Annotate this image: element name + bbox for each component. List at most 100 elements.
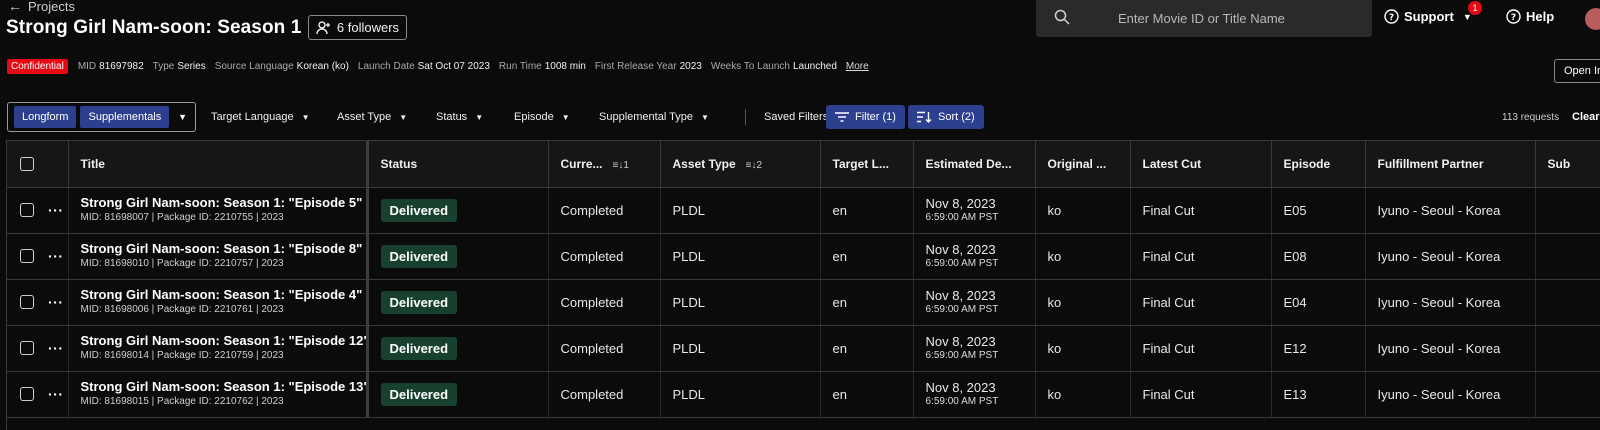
column-header-fulfillment-partner[interactable]: Fulfillment Partner xyxy=(1365,141,1536,188)
row-checkbox[interactable] xyxy=(20,341,34,356)
table-row[interactable]: ··· Strong Girl Nam-soon: Season 1: "Epis… xyxy=(7,325,1600,372)
row-select-cell: ··· xyxy=(7,371,69,418)
confidential-badge: Confidential xyxy=(7,59,68,74)
filter-supplemental-type[interactable]: Supplemental Type ▼ xyxy=(599,102,709,132)
column-header-asset-type[interactable]: Asset Type ≡↓2 xyxy=(660,141,821,188)
row-title[interactable]: Strong Girl Nam-soon: Season 1: "Episode… xyxy=(81,241,365,257)
svg-text:?: ? xyxy=(1511,13,1516,23)
fulfillment-partner-cell: Iyuno - Seoul - Korea xyxy=(1365,233,1536,280)
row-title[interactable]: Strong Girl Nam-soon: Season 1: "Episode… xyxy=(81,379,365,395)
saved-filters-button[interactable]: Saved Filters xyxy=(764,102,828,132)
request-count: 113 requests xyxy=(1502,111,1560,123)
select-all-checkbox[interactable] xyxy=(20,157,34,172)
fulfillment-partner-cell: Iyuno - Seoul - Korea xyxy=(1365,371,1536,418)
table-row[interactable]: ··· Strong Girl Nam-soon: Season 1: "Epis… xyxy=(7,233,1600,280)
search-icon xyxy=(1054,9,1070,25)
table-row[interactable]: ··· Strong Girl Nam-soon: Season 1: "Epis… xyxy=(7,187,1600,234)
row-title[interactable]: Strong Girl Nam-soon: Season 1: "Episode… xyxy=(81,287,365,303)
row-select-cell: ··· xyxy=(7,279,69,326)
title-cell[interactable]: Strong Girl Nam-soon: Season 1: "Episode… xyxy=(68,233,369,280)
filter-button[interactable]: Filter (1) xyxy=(826,105,905,129)
sub-cell xyxy=(1535,279,1600,326)
sort-button[interactable]: Sort (2) xyxy=(908,105,984,129)
sub-cell xyxy=(1535,371,1600,418)
original-language-cell: ko xyxy=(1035,325,1131,372)
row-checkbox[interactable] xyxy=(20,249,34,264)
segment-supplementals[interactable]: Supplementals xyxy=(80,106,170,128)
episode-cell: E12 xyxy=(1271,325,1366,372)
table-row[interactable]: ··· Strong Girl Nam-soon: Season 1: "Epis… xyxy=(7,371,1600,418)
table-header-row: Title Status Curre... ≡↓1 Asset Type ≡↓2 T… xyxy=(7,141,1600,188)
row-checkbox[interactable] xyxy=(20,387,34,402)
estimated-delivery-cell: Nov 8, 2023 6:59:00 AM PST xyxy=(913,279,1036,326)
column-header-current[interactable]: Curre... ≡↓1 xyxy=(548,141,661,188)
row-subtitle: MID: 81698015 | Package ID: 2210762 | 20… xyxy=(80,396,284,407)
row-title[interactable]: Strong Girl Nam-soon: Season 1: "Episode… xyxy=(81,333,365,349)
column-header-status[interactable]: Status xyxy=(367,141,549,188)
svg-text:?: ? xyxy=(1389,13,1394,23)
column-header-original[interactable]: Original ... xyxy=(1035,141,1131,188)
status-badge: Delivered xyxy=(380,336,458,360)
row-checkbox[interactable] xyxy=(20,295,34,310)
current-cell: Completed xyxy=(548,371,661,418)
more-actions-icon[interactable]: ··· xyxy=(48,340,64,356)
sort-order-icon: ≡↓1 xyxy=(612,159,629,171)
row-checkbox[interactable] xyxy=(20,203,34,218)
title-cell[interactable]: Strong Girl Nam-soon: Season 1: "Episode… xyxy=(68,371,369,418)
title-cell[interactable]: Strong Girl Nam-soon: Season 1: "Episode… xyxy=(68,187,369,234)
row-title[interactable]: Strong Girl Nam-soon: Season 1: "Episode… xyxy=(81,195,365,211)
fulfillment-partner-cell: Iyuno - Seoul - Korea xyxy=(1365,325,1536,372)
meta-weeks-to-launch: Weeks To Launch Launched xyxy=(710,61,837,72)
filter-status[interactable]: Status ▼ xyxy=(436,102,483,132)
latest-cut-cell: Final Cut xyxy=(1130,187,1272,234)
filter-asset-type[interactable]: Asset Type ▼ xyxy=(337,102,407,132)
support-label: Support xyxy=(1404,9,1454,24)
current-cell: Completed xyxy=(548,233,661,280)
chevron-down-icon[interactable]: ▼ xyxy=(178,112,187,122)
estimated-delivery-cell: Nov 8, 2023 6:59:00 AM PST xyxy=(913,325,1036,372)
meta-type: Type Series xyxy=(152,61,206,72)
episode-cell: E05 xyxy=(1271,187,1366,234)
meta-mid: MID 81697982 xyxy=(77,61,144,72)
chevron-down-icon: ▼ xyxy=(561,112,570,122)
row-subtitle: MID: 81698006 | Package ID: 2210761 | 20… xyxy=(80,304,284,315)
more-actions-icon[interactable]: ··· xyxy=(48,202,64,218)
column-header-sub[interactable]: Sub xyxy=(1535,141,1600,188)
clear-filters-button[interactable]: Clear xyxy=(1572,102,1600,132)
meta-first-release-year: First Release Year 2023 xyxy=(594,61,702,72)
support-menu[interactable]: ? Support ▼ xyxy=(1384,9,1472,24)
title-cell[interactable]: Strong Girl Nam-soon: Season 1: "Episode… xyxy=(68,279,369,326)
followers-button[interactable]: 6 followers xyxy=(308,15,407,40)
column-header-episode[interactable]: Episode xyxy=(1271,141,1366,188)
latest-cut-cell: Final Cut xyxy=(1130,233,1272,280)
chevron-down-icon: ▼ xyxy=(399,112,408,122)
column-header-latest-cut[interactable]: Latest Cut xyxy=(1130,141,1272,188)
status-badge: Delivered xyxy=(380,382,458,406)
title-cell[interactable]: Strong Girl Nam-soon: Season 1: "Episode… xyxy=(68,325,369,372)
column-header-estimated-delivery[interactable]: Estimated De... xyxy=(913,141,1036,188)
select-all-cell xyxy=(7,141,69,188)
more-actions-icon[interactable]: ··· xyxy=(48,386,64,402)
back-to-projects-link[interactable]: ← Projects xyxy=(8,0,75,14)
search-input[interactable] xyxy=(1096,0,1356,37)
more-link[interactable]: More xyxy=(846,61,869,72)
help-link[interactable]: ? Help xyxy=(1506,9,1554,24)
target-language-cell: en xyxy=(820,325,914,372)
filter-episode[interactable]: Episode ▼ xyxy=(514,102,570,132)
user-plus-icon xyxy=(316,20,330,34)
status-badge: Delivered xyxy=(380,290,458,314)
column-header-target-language[interactable]: Target L... xyxy=(820,141,914,188)
more-actions-icon[interactable]: ··· xyxy=(48,248,64,264)
avatar[interactable] xyxy=(1585,8,1600,30)
chevron-down-icon: ▼ xyxy=(475,112,484,122)
column-header-title[interactable]: Title xyxy=(68,141,369,188)
original-language-cell: ko xyxy=(1035,371,1131,418)
filter-target-language[interactable]: Target Language ▼ xyxy=(211,102,310,132)
estimated-delivery-cell: Nov 8, 2023 6:59:00 AM PST xyxy=(913,187,1036,234)
status-cell: Delivered xyxy=(367,371,549,418)
segment-longform[interactable]: Longform xyxy=(14,106,77,128)
table-row[interactable]: ··· Strong Girl Nam-soon: Season 1: "Epis… xyxy=(7,279,1600,326)
sub-cell xyxy=(1535,233,1600,280)
open-in-button[interactable]: Open In xyxy=(1554,59,1600,83)
more-actions-icon[interactable]: ··· xyxy=(48,294,64,310)
